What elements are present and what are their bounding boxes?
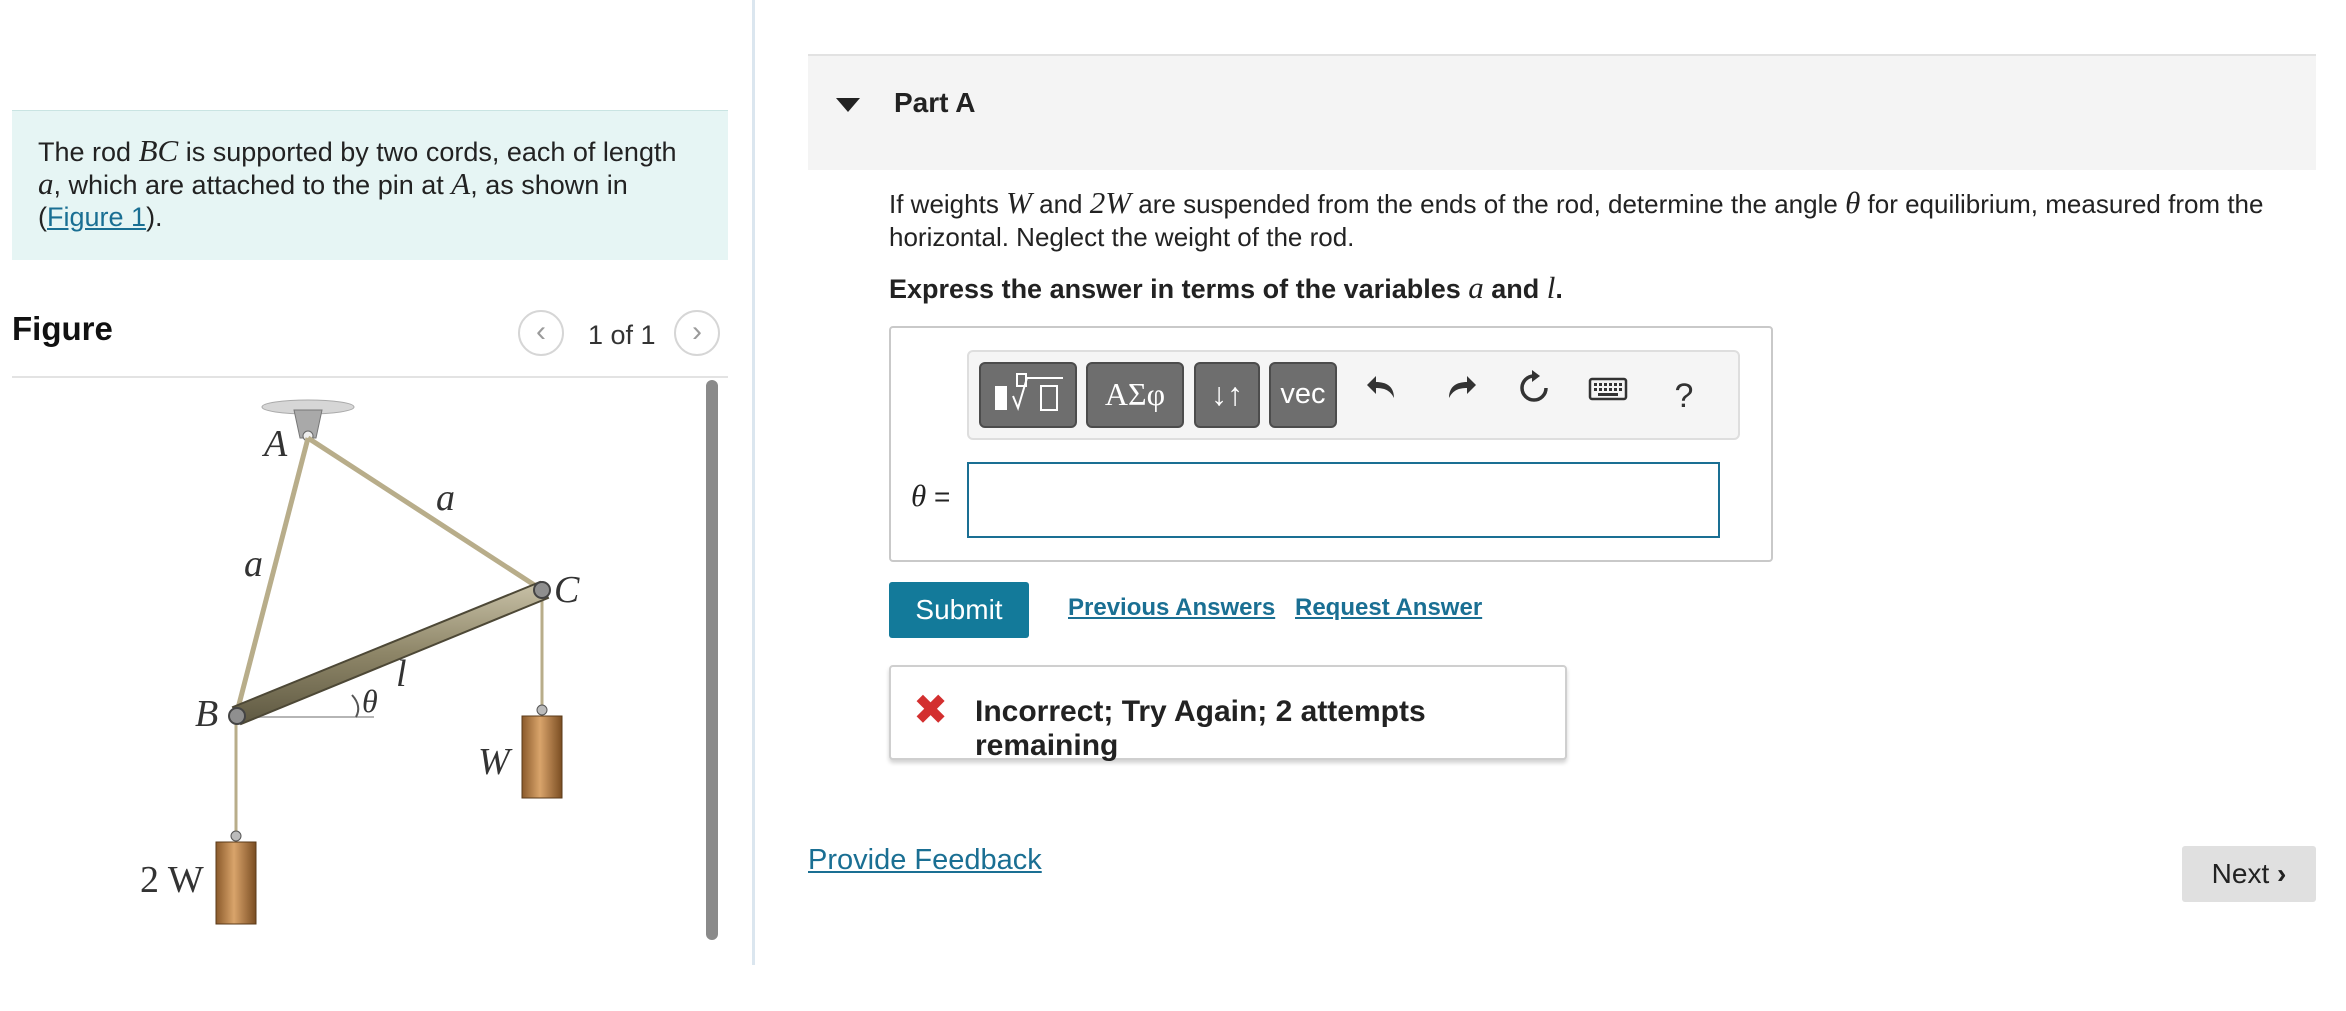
next-figure-button[interactable]: ›: [674, 310, 720, 356]
intro-text: , which are attached to the pin at: [53, 170, 452, 200]
label-a-left: a: [244, 543, 263, 585]
undo-arrow-icon: [1367, 376, 1394, 398]
intro-text: is supported by two cords, each of lengt…: [178, 137, 677, 167]
var-bc: BC: [138, 133, 179, 168]
figure-image: A B C a a l θ W 2 W: [12, 380, 712, 940]
templates-button[interactable]: [979, 362, 1077, 428]
label-A: A: [261, 423, 288, 465]
previous-figure-button[interactable]: ‹: [518, 310, 564, 356]
part-title: Part A: [894, 87, 976, 118]
answer-input[interactable]: [967, 462, 1720, 538]
rod-bc: [228, 580, 551, 726]
submit-button[interactable]: Submit: [889, 582, 1029, 638]
label-2w: 2 W: [140, 859, 204, 901]
keyboard-shortcuts-icon: [1588, 377, 1628, 401]
answer-label: θ =: [911, 478, 951, 513]
intro-text: ).: [146, 202, 163, 232]
answer-box: ΑΣφ ↓↑ vec ? θ =: [889, 326, 1773, 562]
redo-icon[interactable]: [1434, 368, 1484, 424]
keyboard-icon[interactable]: [1583, 368, 1633, 424]
chevron-left-icon: ‹: [536, 315, 546, 348]
figure-scrollbar[interactable]: [706, 380, 718, 940]
var-A: A: [451, 166, 471, 201]
figure-counter: 1 of 1: [588, 320, 656, 350]
subscript-superscript-button[interactable]: ↓↑: [1194, 362, 1260, 428]
math-toolbar: ΑΣφ ↓↑ vec ?: [967, 350, 1740, 440]
figure-title: Figure: [12, 310, 113, 347]
refresh-icon: [1520, 370, 1548, 402]
redo-arrow-icon: [1449, 376, 1476, 398]
vector-button[interactable]: vec: [1269, 362, 1337, 428]
intro-text: The rod: [38, 137, 139, 167]
label-C: C: [554, 569, 580, 611]
request-answer-link[interactable]: Request Answer: [1295, 594, 1482, 622]
left-pane: The rod BC is supported by two cords, ea…: [0, 0, 752, 1011]
previous-answers-link[interactable]: Previous Answers: [1068, 594, 1275, 622]
provide-feedback-link[interactable]: Provide Feedback: [808, 844, 1042, 877]
question-text: If weights W and 2W are suspended from t…: [889, 185, 2264, 252]
radical-template-icon: [995, 373, 1063, 411]
chevron-right-icon: ›: [2277, 858, 2287, 889]
figure-1-link[interactable]: Figure 1: [47, 202, 146, 232]
var-w: W: [1006, 185, 1032, 220]
next-button[interactable]: Next ›: [2182, 846, 2316, 902]
greek-symbols-button[interactable]: ΑΣφ: [1086, 362, 1184, 428]
chevron-right-icon: ›: [692, 315, 702, 348]
weight-2w: [215, 830, 257, 925]
part-a-header[interactable]: Part A: [808, 54, 2316, 170]
label-a-right: a: [436, 477, 455, 519]
help-icon[interactable]: ?: [1659, 368, 1709, 424]
feedback-message: ✖ Incorrect; Try Again; 2 attempts remai…: [889, 665, 1567, 762]
var-theta: θ: [1845, 185, 1861, 220]
cord-ac: [306, 435, 544, 593]
label-w: W: [478, 741, 513, 783]
label-theta: θ: [362, 683, 378, 719]
label-l: l: [396, 653, 407, 695]
feedback-text: Incorrect; Try Again; 2 attempts remaini…: [975, 695, 1426, 762]
figure-header: Figure ‹ 1 of 1 ›: [12, 306, 728, 378]
caret-down-icon: [836, 98, 860, 112]
label-B: B: [195, 693, 218, 735]
next-label: Next: [2211, 858, 2270, 889]
angle-arc: [351, 694, 360, 718]
weight-w: [521, 704, 563, 799]
instruction-text: Express the answer in terms of the varia…: [889, 270, 1563, 305]
reset-icon[interactable]: [1509, 368, 1559, 424]
error-x-icon: ✖: [913, 686, 949, 733]
var-a: a: [38, 166, 54, 201]
pane-divider: [752, 0, 755, 965]
problem-intro: The rod BC is supported by two cords, ea…: [12, 110, 728, 260]
rod-cord-diagram: A B C a a l θ W 2 W: [140, 399, 580, 925]
undo-icon[interactable]: [1359, 368, 1409, 424]
var-2w: 2W: [1089, 185, 1132, 220]
var-a: a: [1468, 270, 1484, 305]
